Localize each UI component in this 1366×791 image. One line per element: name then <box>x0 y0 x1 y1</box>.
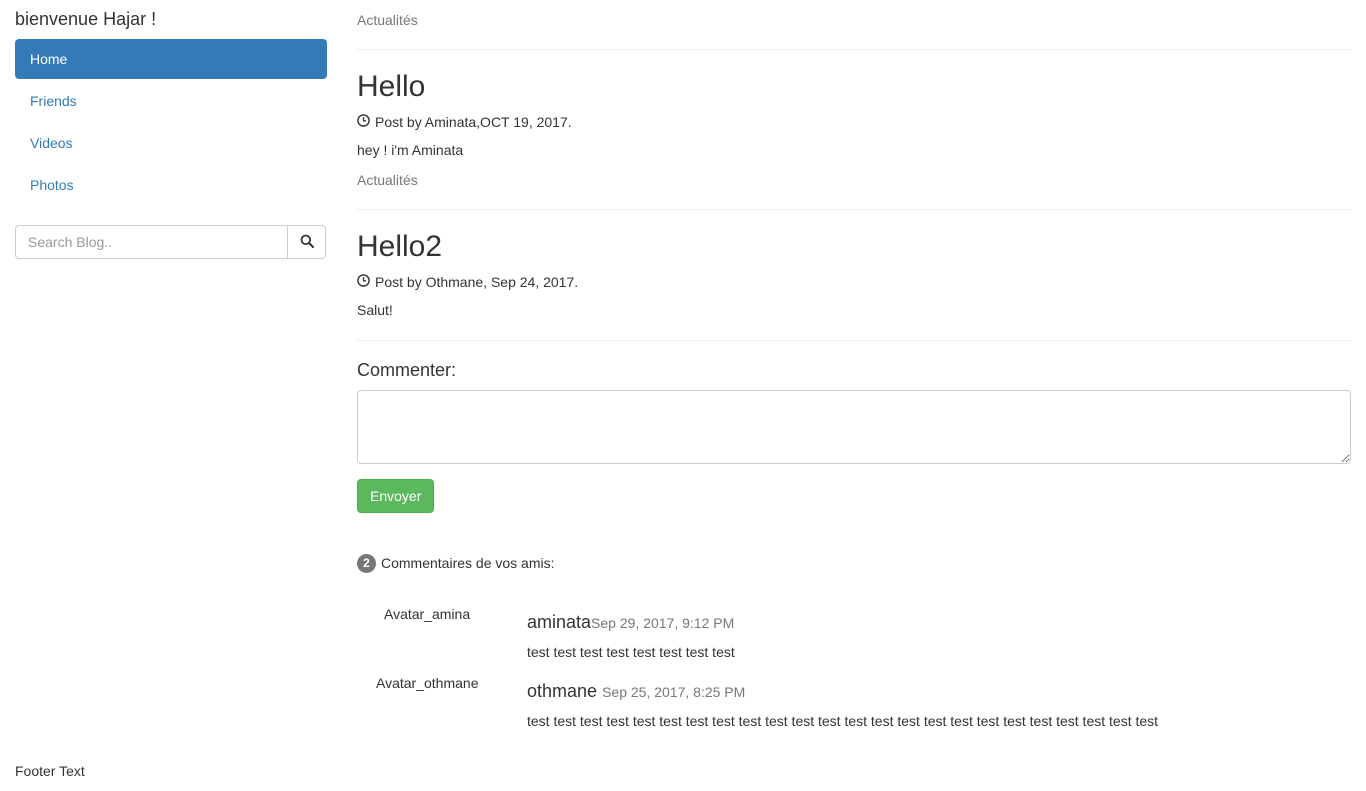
sidebar-nav: Home Friends Videos Photos <box>15 39 327 207</box>
sidebar-item-videos[interactable]: Videos <box>15 123 327 163</box>
comment-date: Sep 29, 2017, 9:12 PM <box>591 615 735 631</box>
comment-heading: Commenter: <box>357 360 457 380</box>
comments-header-label: Commentaires de vos amis: <box>381 555 555 571</box>
sidebar-item-home[interactable]: Home <box>15 39 327 79</box>
avatar: Avatar_othmane <box>376 675 479 691</box>
post-title: Hello2 <box>357 230 443 263</box>
comment-date: Sep 25, 2017, 8:25 PM <box>602 684 746 700</box>
post-meta-text: Post by Aminata,OCT 19, 2017. <box>375 114 572 130</box>
comment-header: aminataSep 29, 2017, 9:12 PM <box>527 611 734 634</box>
send-button[interactable]: Envoyer <box>357 479 435 513</box>
comment-text: test test test test test test test test … <box>527 713 1159 729</box>
comment-author: othmane <box>527 681 598 701</box>
post-body: hey ! i'm Aminata <box>357 142 464 158</box>
comment-count-badge: 2 <box>357 553 376 573</box>
search-group <box>15 225 326 259</box>
sidebar-item-friends[interactable]: Friends <box>15 81 327 121</box>
clock-icon <box>357 272 375 292</box>
section-label: Actualités <box>357 172 418 188</box>
post-title: Hello <box>357 70 426 103</box>
divider <box>357 209 1351 210</box>
welcome-text: bienvenue Hajar ! <box>15 9 157 29</box>
avatar: Avatar_amina <box>384 606 471 622</box>
search-input[interactable] <box>15 225 287 259</box>
comments-header: 2 Commentaires de vos amis: <box>357 553 555 573</box>
search-icon <box>300 234 314 251</box>
comment-author: aminata <box>527 612 592 632</box>
clock-icon <box>357 112 375 132</box>
section-label: Actualités <box>357 12 418 28</box>
comment-header: othmane Sep 25, 2017, 8:25 PM <box>527 680 745 703</box>
search-button[interactable] <box>287 225 326 259</box>
comment-textarea[interactable] <box>357 390 1351 464</box>
footer-text: Footer Text <box>15 763 85 779</box>
sidebar-item-photos[interactable]: Photos <box>15 165 327 205</box>
post-body: Salut! <box>357 302 393 318</box>
comment-text: test test test test test test test test <box>527 644 735 660</box>
divider <box>357 49 1351 50</box>
post-meta: Post by Aminata,OCT 19, 2017. <box>357 112 572 132</box>
post-meta-text: Post by Othmane, Sep 24, 2017. <box>375 274 579 290</box>
post-meta: Post by Othmane, Sep 24, 2017. <box>357 272 578 292</box>
divider <box>357 340 1351 341</box>
